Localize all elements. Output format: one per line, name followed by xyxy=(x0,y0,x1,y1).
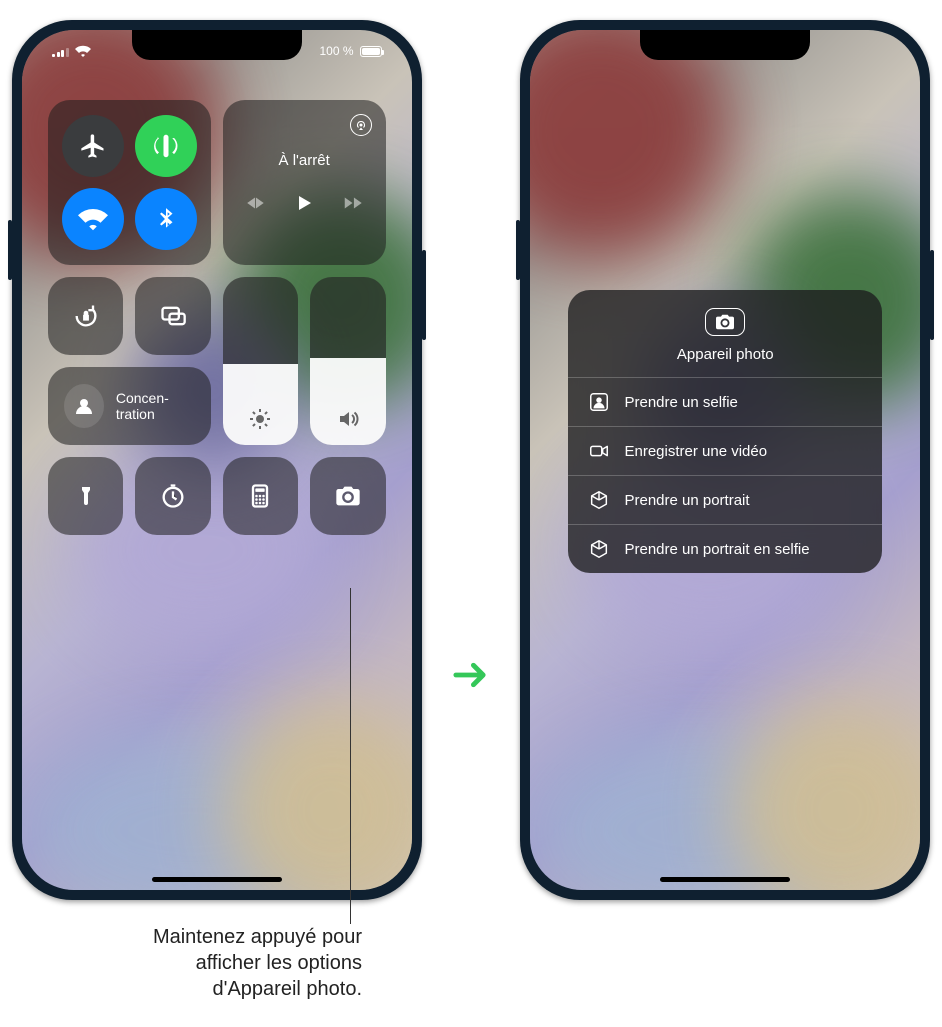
bluetooth-icon xyxy=(153,206,179,232)
camera-menu-title: Appareil photo xyxy=(677,346,774,363)
wifi-icon xyxy=(78,204,108,234)
iphone-screen-right: Appareil photo Prendre un selfie Enregis… xyxy=(530,30,920,890)
volume-icon xyxy=(336,407,360,431)
play-button[interactable] xyxy=(292,191,316,215)
focus-label: Concen­tration xyxy=(116,390,195,422)
airplay-button[interactable] xyxy=(350,114,372,136)
media-status-label: À l'arrêt xyxy=(279,152,330,169)
step-arrow-icon xyxy=(452,655,491,695)
focus-mode-button[interactable]: Concen­tration xyxy=(48,367,211,445)
wifi-toggle[interactable] xyxy=(62,188,124,250)
menu-item-portrait[interactable]: Prendre un portrait xyxy=(568,475,882,524)
camera-menu-icon-chip xyxy=(705,308,745,336)
camera-icon xyxy=(334,482,362,510)
video-camera-icon xyxy=(588,440,610,462)
flashlight-button[interactable] xyxy=(48,457,123,535)
iphone-frame-left: 100 % xyxy=(12,20,422,900)
menu-item-portrait-selfie[interactable]: Prendre un portrait en selfie xyxy=(568,524,882,573)
calculator-button[interactable] xyxy=(223,457,298,535)
camera-button[interactable] xyxy=(310,457,385,535)
battery-icon xyxy=(360,46,382,57)
cellular-data-toggle[interactable] xyxy=(135,115,197,177)
wifi-status-icon xyxy=(75,45,91,57)
control-center: À l'arrêt xyxy=(48,100,386,535)
airplane-icon xyxy=(79,132,107,160)
person-in-frame-icon xyxy=(588,391,610,413)
volume-slider[interactable] xyxy=(310,277,385,445)
orientation-lock-toggle[interactable] xyxy=(48,277,123,355)
cube-icon xyxy=(588,489,610,511)
menu-item-selfie[interactable]: Prendre un selfie xyxy=(568,377,882,426)
iphone-screen-left: 100 % xyxy=(22,30,412,890)
home-indicator[interactable] xyxy=(660,877,790,882)
brightness-slider[interactable] xyxy=(223,277,298,445)
previous-track-icon[interactable] xyxy=(244,192,266,214)
connectivity-group[interactable] xyxy=(48,100,211,265)
media-playback-tile[interactable]: À l'arrêt xyxy=(223,100,386,265)
callout-caption: Maintenez appuyé pour afficher les optio… xyxy=(32,924,362,1002)
menu-item-label: Prendre un selfie xyxy=(624,394,737,411)
timer-icon xyxy=(159,482,187,510)
cellular-data-icon xyxy=(151,131,181,161)
iphone-frame-right: Appareil photo Prendre un selfie Enregis… xyxy=(520,20,930,900)
battery-percent: 100 % xyxy=(320,44,354,58)
airplay-icon xyxy=(355,119,367,131)
bluetooth-toggle[interactable] xyxy=(135,188,197,250)
flashlight-icon xyxy=(74,484,98,508)
cube-icon xyxy=(588,538,610,560)
menu-item-video[interactable]: Enregistrer une vidéo xyxy=(568,426,882,475)
cellular-bars-icon xyxy=(52,46,69,57)
timer-button[interactable] xyxy=(135,457,210,535)
screen-mirroring-icon xyxy=(159,302,187,330)
camera-context-menu: Appareil photo Prendre un selfie Enregis… xyxy=(568,290,882,573)
notch xyxy=(132,30,302,60)
screen-mirroring-button[interactable] xyxy=(135,277,210,355)
calculator-icon xyxy=(246,482,274,510)
orientation-lock-icon xyxy=(72,302,100,330)
camera-menu-list: Prendre un selfie Enregistrer une vidéo … xyxy=(568,377,882,573)
menu-item-label: Enregistrer une vidéo xyxy=(624,443,767,460)
brightness-icon xyxy=(248,407,272,431)
next-track-icon[interactable] xyxy=(342,192,364,214)
home-indicator[interactable] xyxy=(152,877,282,882)
callout-leader-line xyxy=(350,588,351,924)
menu-item-label: Prendre un portrait en selfie xyxy=(624,541,809,558)
notch xyxy=(640,30,810,60)
menu-item-label: Prendre un portrait xyxy=(624,492,749,509)
airplane-mode-toggle[interactable] xyxy=(62,115,124,177)
focus-person-icon xyxy=(72,394,96,418)
camera-icon xyxy=(714,313,736,331)
